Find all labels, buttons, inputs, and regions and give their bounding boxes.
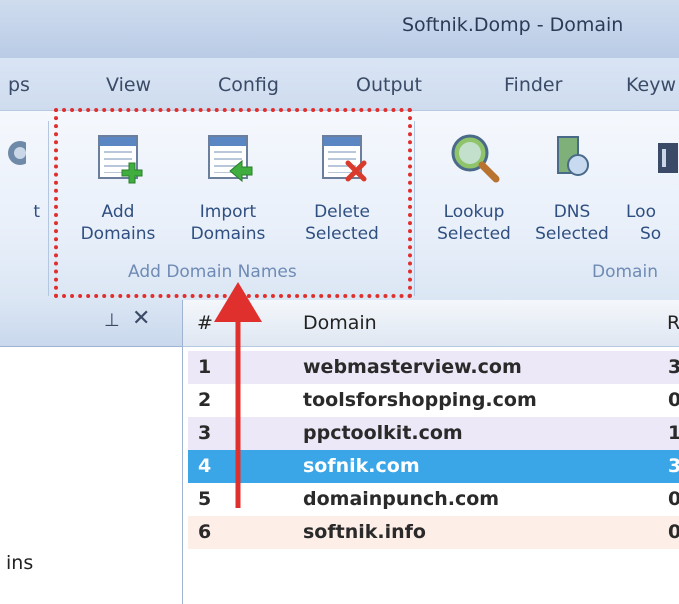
arrow-head — [214, 282, 262, 322]
annotation-arrow — [214, 282, 262, 508]
